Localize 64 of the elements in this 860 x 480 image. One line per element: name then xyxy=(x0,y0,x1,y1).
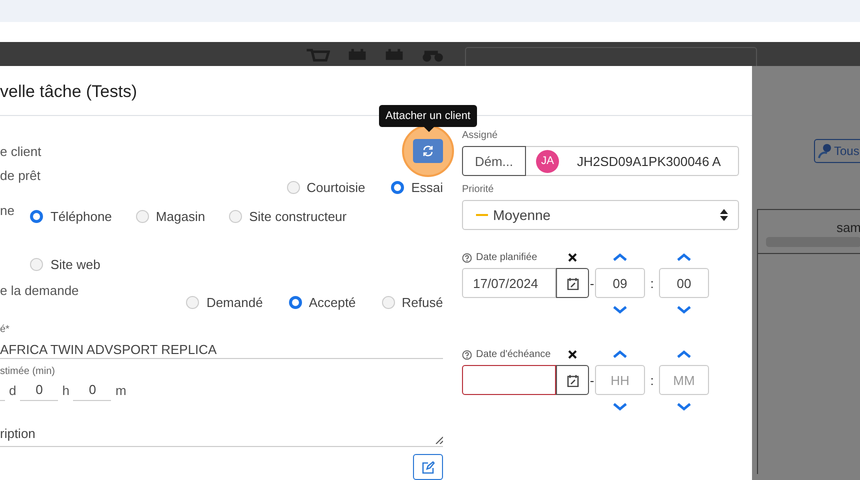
tooltip-pointer xyxy=(424,127,434,132)
modal-title: velle tâche (Tests) xyxy=(0,81,137,102)
radio-option[interactable]: Demandé xyxy=(186,290,263,314)
field-label: é* xyxy=(0,324,10,337)
field-label: ne xyxy=(0,202,14,220)
date-field[interactable]: 17/07/2024 xyxy=(462,268,556,298)
radio-option[interactable]: Site web xyxy=(30,252,100,276)
description-field[interactable]: ription xyxy=(0,421,443,447)
chevron-down-icon[interactable] xyxy=(613,402,627,412)
type-select[interactable]: Dém... xyxy=(462,146,526,176)
radio-option[interactable]: Magasin xyxy=(136,204,206,228)
calendar-button[interactable] xyxy=(556,365,589,395)
hour-field[interactable]: 09 xyxy=(595,268,645,298)
field-label: e client xyxy=(0,144,42,158)
refresh-icon xyxy=(422,145,434,157)
refresh-button[interactable] xyxy=(413,139,443,163)
unit-label: d xyxy=(9,383,16,400)
radio-option[interactable]: Téléphone xyxy=(30,204,112,228)
separator-dash: - xyxy=(589,372,595,390)
help-icon xyxy=(462,252,472,262)
chevron-down-icon[interactable] xyxy=(613,306,627,314)
field-label: Date d'échéance xyxy=(476,349,551,360)
field-label: Date planifiée xyxy=(476,252,538,263)
field-label: Priorité xyxy=(462,184,495,197)
person-key-icon xyxy=(818,143,832,159)
help-icon xyxy=(462,350,472,360)
priority-select[interactable]: Moyenne xyxy=(462,200,739,230)
field-label: Assigné xyxy=(462,130,499,143)
dash-icon xyxy=(476,214,488,216)
radio-option[interactable]: Refusé xyxy=(382,290,443,314)
vehicle-field[interactable]: AFRICA TWIN ADVSPORT REPLICA xyxy=(0,337,443,359)
separator-dash: - xyxy=(589,274,595,292)
radio-option[interactable]: Site constructeur xyxy=(229,204,347,228)
chevron-up-icon[interactable] xyxy=(677,253,691,262)
duration-field[interactable]: 0 xyxy=(20,382,58,401)
resize-handle-icon xyxy=(435,436,443,444)
radio-option[interactable]: Courtoisie xyxy=(286,175,366,199)
column-header: sam xyxy=(836,220,860,235)
edit-icon xyxy=(422,460,434,474)
close-icon[interactable] xyxy=(568,253,577,262)
close-icon[interactable] xyxy=(568,350,577,359)
chevron-up-icon[interactable] xyxy=(613,350,627,359)
field-label: e la demande xyxy=(0,283,79,300)
unit-label: h xyxy=(62,383,70,400)
avatar: JA xyxy=(536,150,559,172)
field-label: de prêt xyxy=(0,168,40,185)
minute-field[interactable]: 00 xyxy=(659,268,709,298)
chevron-up-icon[interactable] xyxy=(677,350,691,359)
unit-label: m xyxy=(115,383,126,400)
duration-field[interactable]: 0 xyxy=(73,382,112,401)
date-field[interactable] xyxy=(462,365,556,395)
chevron-up-icon[interactable] xyxy=(613,253,627,262)
separator-colon: : xyxy=(649,274,655,292)
chevron-down-icon[interactable] xyxy=(677,306,691,314)
sort-arrows-icon xyxy=(720,209,728,221)
radio-option[interactable]: Essai xyxy=(391,175,443,199)
radio-option[interactable]: Accepté xyxy=(288,290,356,314)
field-label: stimée (min) xyxy=(0,366,56,379)
chevron-down-icon[interactable] xyxy=(677,402,691,412)
tooltip: Attacher un client xyxy=(379,105,477,127)
separator-colon: : xyxy=(649,372,655,390)
assignee-field[interactable]: JA JH2SD09A1PK300046 A xyxy=(526,146,739,176)
edit-button[interactable] xyxy=(413,454,443,480)
calendar-button[interactable] xyxy=(556,268,589,298)
